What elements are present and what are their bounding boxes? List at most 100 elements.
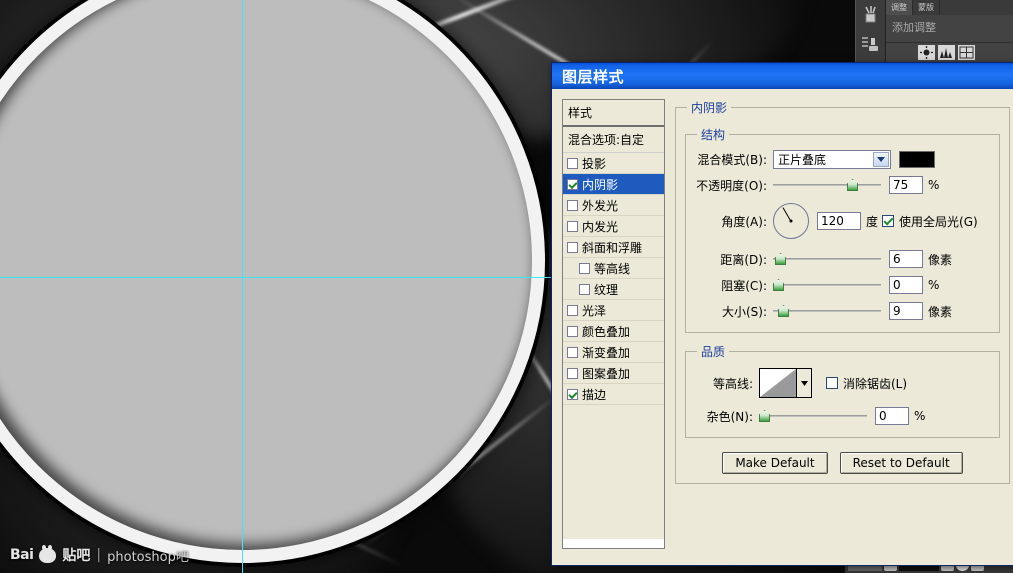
distance-slider[interactable]	[773, 251, 881, 267]
slider-knob[interactable]	[775, 253, 786, 265]
angle-dial[interactable]	[773, 203, 809, 239]
contour-picker[interactable]	[759, 368, 812, 398]
checkbox-global-light[interactable]	[882, 215, 894, 227]
opacity-label: 不透明度(O):	[695, 177, 767, 194]
distance-input[interactable]: 6	[889, 250, 923, 268]
style-label: 描边	[582, 386, 606, 403]
watermark-separator: |	[96, 547, 101, 563]
blending-options-row[interactable]: 混合选项:自定	[563, 127, 664, 153]
tab-masks[interactable]: 蒙版	[913, 0, 940, 15]
checkbox-inner-glow[interactable]	[567, 221, 578, 232]
style-row-outer-glow[interactable]: 外发光	[563, 195, 664, 216]
chevron-down-icon[interactable]	[873, 152, 889, 167]
use-global-light-label: 使用全局光(G)	[899, 213, 978, 230]
bear-paw-icon	[39, 548, 56, 563]
style-row-texture[interactable]: 纹理	[563, 279, 664, 300]
curves-icon[interactable]	[958, 45, 975, 60]
angle-input[interactable]: 120	[817, 212, 861, 230]
styles-column: 样式 混合选项:自定 投影 内阴影 外发光	[562, 99, 665, 565]
style-row-stroke[interactable]: 描边	[563, 384, 664, 405]
choke-slider[interactable]	[773, 277, 881, 293]
levels-icon[interactable]	[938, 45, 955, 60]
choke-input[interactable]: 0	[889, 276, 923, 294]
shadow-color-swatch[interactable]	[899, 151, 935, 168]
style-row-contour[interactable]: 等高线	[563, 258, 664, 279]
noise-unit: %	[914, 409, 925, 423]
checkbox-satin[interactable]	[567, 305, 578, 316]
contour-row: 等高线:	[695, 366, 990, 400]
size-input[interactable]: 9	[889, 302, 923, 320]
style-label: 投影	[582, 155, 606, 172]
slider-track	[773, 258, 881, 260]
style-row-inner-glow[interactable]: 内发光	[563, 216, 664, 237]
slider-knob[interactable]	[847, 179, 858, 191]
make-default-button[interactable]: Make Default	[722, 452, 827, 474]
opacity-unit: %	[928, 178, 939, 192]
antialias-label: 消除锯齿(L)	[843, 375, 907, 392]
style-label: 颜色叠加	[582, 323, 630, 340]
style-row-inner-shadow[interactable]: 内阴影	[563, 174, 664, 195]
style-label: 等高线	[594, 260, 630, 277]
noise-slider[interactable]	[759, 408, 867, 424]
checkbox-bevel-emboss[interactable]	[567, 242, 578, 253]
contour-preview[interactable]	[759, 368, 797, 398]
size-label: 大小(S):	[695, 303, 767, 320]
checkbox-texture[interactable]	[579, 284, 590, 295]
style-label: 纹理	[594, 281, 618, 298]
adjustments-panel: 调整 蒙版 添加调整	[855, 0, 1013, 62]
stamp-tool-icon[interactable]	[860, 34, 882, 56]
style-label: 光泽	[582, 302, 606, 319]
choke-row: 阻塞(C): 0 %	[695, 275, 990, 295]
slider-knob[interactable]	[773, 279, 784, 291]
structure-legend: 结构	[697, 126, 729, 143]
slider-knob[interactable]	[778, 305, 789, 317]
checkbox-antialias[interactable]	[826, 377, 838, 389]
brightness-contrast-icon[interactable]	[918, 45, 935, 60]
checkbox-outer-glow[interactable]	[567, 200, 578, 211]
choke-unit: %	[928, 278, 939, 292]
style-row-bevel-emboss[interactable]: 斜面和浮雕	[563, 237, 664, 258]
noise-input[interactable]: 0	[875, 407, 909, 425]
opacity-slider[interactable]	[773, 177, 881, 193]
checkbox-gradient-overlay[interactable]	[567, 347, 578, 358]
antialias-checkbox[interactable]: 消除锯齿(L)	[826, 375, 907, 392]
distance-row: 距离(D): 6 像素	[695, 249, 990, 269]
checkbox-inner-shadow[interactable]	[567, 179, 578, 190]
checkbox-drop-shadow[interactable]	[567, 158, 578, 169]
style-row-color-overlay[interactable]: 颜色叠加	[563, 321, 664, 342]
tab-adjustments[interactable]: 调整	[886, 0, 913, 15]
style-row-drop-shadow[interactable]: 投影	[563, 153, 664, 174]
opacity-input[interactable]: 75	[889, 176, 923, 194]
blend-mode-value: 正片叠底	[778, 151, 826, 168]
dialog-titlebar[interactable]: 图层样式	[552, 63, 1013, 89]
brush-tool-icon[interactable]	[860, 4, 882, 26]
watermark: Bai 贴吧 | photoshop吧	[10, 545, 189, 565]
style-row-pattern-overlay[interactable]: 图案叠加	[563, 363, 664, 384]
styles-list-header[interactable]: 样式	[563, 100, 664, 127]
size-value: 9	[893, 304, 901, 318]
choke-label: 阻塞(C):	[695, 277, 767, 294]
blend-mode-select[interactable]: 正片叠底	[773, 150, 891, 169]
default-buttons-row: Make Default Reset to Default	[685, 452, 1000, 474]
vertical-guide	[242, 0, 243, 573]
chevron-down-icon[interactable]	[797, 368, 812, 398]
checkbox-stroke[interactable]	[567, 389, 578, 400]
structure-group: 结构 混合模式(B): 正片叠底	[685, 126, 1000, 333]
size-unit: 像素	[928, 303, 952, 320]
checkbox-pattern-overlay[interactable]	[567, 368, 578, 379]
size-slider[interactable]	[773, 303, 881, 319]
checkbox-color-overlay[interactable]	[567, 326, 578, 337]
style-label: 渐变叠加	[582, 344, 630, 361]
use-global-light-checkbox[interactable]: 使用全局光(G)	[882, 213, 978, 230]
noise-label: 杂色(N):	[695, 408, 753, 425]
quality-group: 品质 等高线:	[685, 343, 1000, 438]
blend-mode-row: 混合模式(B): 正片叠底	[695, 149, 990, 169]
screenshot-root: 调整 蒙版 添加调整	[0, 0, 1013, 573]
watermark-forum: photoshop吧	[107, 546, 189, 565]
checkbox-contour[interactable]	[579, 263, 590, 274]
style-row-satin[interactable]: 光泽	[563, 300, 664, 321]
style-row-gradient-overlay[interactable]: 渐变叠加	[563, 342, 664, 363]
styles-list-empty-area	[563, 405, 664, 539]
slider-knob[interactable]	[759, 410, 770, 422]
reset-to-default-button[interactable]: Reset to Default	[840, 452, 963, 474]
